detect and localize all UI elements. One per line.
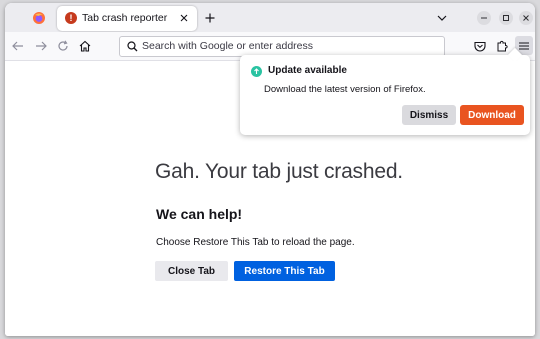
download-button[interactable]: Download — [460, 105, 524, 125]
page-title: Gah. Your tab just crashed. — [155, 160, 403, 183]
chevron-down-icon[interactable] — [433, 9, 451, 27]
plus-icon[interactable] — [201, 9, 219, 27]
window-close-icon[interactable] — [519, 11, 533, 25]
tab-crash-reporter[interactable]: ! Tab crash reporter — [57, 6, 197, 31]
help-heading: We can help! — [156, 206, 243, 222]
tab-title: Tab crash reporter — [82, 12, 168, 24]
minimize-icon[interactable] — [477, 11, 491, 25]
pocket-icon[interactable] — [471, 37, 489, 55]
update-available-popup: Update available Download the latest ver… — [240, 47, 530, 135]
browser-window: ! Tab crash reporter Search with Google … — [5, 3, 535, 336]
search-icon — [126, 40, 138, 52]
dismiss-button[interactable]: Dismiss — [402, 105, 456, 125]
reload-icon[interactable] — [54, 37, 72, 55]
close-tab-button[interactable]: Close Tab — [155, 261, 228, 281]
crash-warning-icon: ! — [65, 12, 77, 24]
update-icon — [251, 66, 262, 77]
help-description: Choose Restore This Tab to reload the pa… — [156, 237, 355, 248]
popup-body: Download the latest version of Firefox. — [264, 84, 426, 95]
restore-tab-button[interactable]: Restore This Tab — [234, 261, 335, 281]
forward-arrow-icon[interactable] — [32, 37, 50, 55]
puzzle-icon[interactable] — [493, 37, 511, 55]
popup-title: Update available — [268, 65, 347, 76]
search-input-placeholder: Search with Google or enter address — [142, 40, 314, 52]
back-arrow-icon[interactable] — [9, 37, 27, 55]
firefox-view-icon[interactable] — [30, 9, 48, 27]
home-icon[interactable] — [76, 37, 94, 55]
close-icon[interactable] — [176, 10, 192, 26]
address-bar[interactable]: Search with Google or enter address — [119, 36, 445, 57]
tab-strip: ! Tab crash reporter — [5, 3, 535, 32]
maximize-icon[interactable] — [499, 11, 513, 25]
